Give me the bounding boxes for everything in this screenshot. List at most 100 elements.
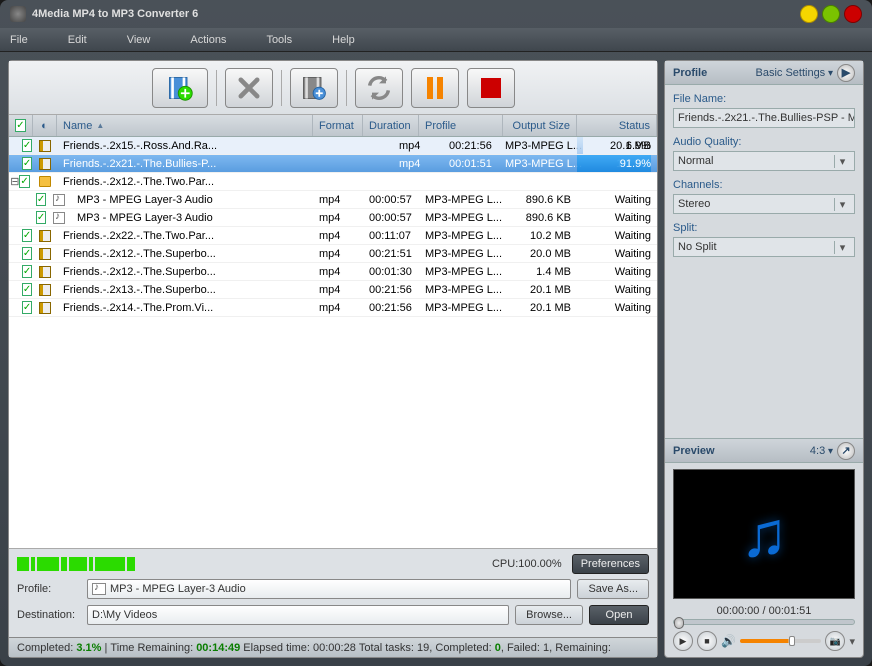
menu-tools[interactable]: Tools [266, 34, 292, 46]
cell-type-icon [33, 245, 57, 262]
cell-status: Waiting [577, 263, 657, 280]
convert-button[interactable] [355, 68, 403, 108]
minimize-button[interactable] [800, 5, 818, 23]
table-row[interactable]: ✓Friends.-.2x14.-.The.Prom.Vi...mp400:21… [9, 299, 657, 317]
list-header: ✓ ◐ Name▲ Format Duration Profile Output… [9, 115, 657, 137]
cell-format: mp4 [393, 155, 443, 172]
header-check[interactable]: ✓ [9, 115, 33, 136]
cell-check[interactable]: ✓ [9, 209, 47, 226]
position-slider[interactable] [673, 619, 855, 625]
play-button[interactable]: ▶ [673, 631, 693, 651]
filename-field[interactable]: Friends.-.2x21.-.The.Bullies-PSP - MPEG [673, 108, 855, 128]
volume-icon[interactable]: 🔊 [721, 634, 736, 648]
cell-check[interactable]: ✓ [9, 155, 33, 172]
open-button[interactable]: Open [589, 605, 649, 625]
header-status[interactable]: Status [577, 115, 657, 136]
table-row[interactable]: ✓Friends.-.2x13.-.The.Superbo...mp400:21… [9, 281, 657, 299]
pause-button[interactable] [411, 68, 459, 108]
app-window: 4Media MP4 to MP3 Converter 6 File Edit … [0, 0, 872, 666]
add-file-button[interactable] [152, 68, 208, 108]
cell-status: 91.9% [577, 155, 657, 172]
menu-file[interactable]: File [10, 34, 28, 46]
profile-expand-button[interactable]: ▶ [837, 64, 855, 82]
channels-combo[interactable]: Stereo▾ [673, 194, 855, 214]
table-row[interactable]: ✓Friends.-.2x15.-.Ross.And.Ra...mp400:21… [9, 137, 657, 155]
cell-profile: MP3-MPEG L... [499, 155, 583, 172]
cell-name: Friends.-.2x12.-.The.Two.Par... [57, 173, 313, 190]
filename-label: File Name: [673, 93, 855, 105]
preview-viewport[interactable]: ♫ [673, 469, 855, 599]
cell-duration: 00:21:56 [363, 299, 419, 316]
table-row[interactable]: ✓Friends.-.2x12.-.The.Superbo...mp400:01… [9, 263, 657, 281]
snapshot-button[interactable]: 📷 [825, 631, 845, 651]
cell-check[interactable]: ✓ [9, 263, 33, 280]
cpu-label: CPU:100.00% [492, 558, 562, 570]
destination-field[interactable]: D:\My Videos [87, 605, 509, 625]
cell-check[interactable]: ✓ [9, 281, 33, 298]
stop-button[interactable] [467, 68, 515, 108]
snapshot-menu-icon[interactable]: ▾ [849, 635, 855, 648]
delete-button[interactable] [225, 68, 273, 108]
browse-button[interactable]: Browse... [515, 605, 583, 625]
menu-help[interactable]: Help [332, 34, 355, 46]
cell-check[interactable]: ✓ [9, 227, 33, 244]
volume-slider[interactable] [740, 639, 822, 643]
popout-icon[interactable]: ↗ [837, 442, 855, 460]
save-as-button[interactable]: Save As... [577, 579, 649, 599]
app-icon [10, 6, 26, 22]
menu-actions[interactable]: Actions [190, 34, 226, 46]
cell-size: 20.1 MB [503, 299, 577, 316]
header-size[interactable]: Output Size [503, 115, 577, 136]
aspect-link[interactable]: 4:3 ▾ [810, 445, 833, 457]
table-row[interactable]: ✓MP3 - MPEG Layer-3 Audiomp400:00:57MP3-… [9, 209, 657, 227]
cell-profile: MP3-MPEG L... [419, 263, 503, 280]
cell-check[interactable]: ✓ [9, 137, 33, 154]
table-row[interactable]: ✓MP3 - MPEG Layer-3 Audiomp400:00:57MP3-… [9, 191, 657, 209]
table-row[interactable]: ✓Friends.-.2x12.-.The.Superbo...mp400:21… [9, 245, 657, 263]
add-profile-button[interactable] [290, 68, 338, 108]
cell-check[interactable]: ✓ [9, 191, 47, 208]
table-row[interactable]: ⊟✓ Friends.-.2x12.-.The.Two.Par... [9, 173, 657, 191]
cell-status: Waiting [577, 299, 657, 316]
table-row[interactable]: ✓Friends.-.2x22.-.The.Two.Par...mp400:11… [9, 227, 657, 245]
vu-meter: CPU:100.00% Preferences [17, 555, 649, 573]
titlebar[interactable]: 4Media MP4 to MP3 Converter 6 [0, 0, 872, 28]
table-row[interactable]: ✓Friends.-.2x21.-.The.Bullies-P...mp400:… [9, 155, 657, 173]
cell-status: Waiting [577, 227, 657, 244]
cell-name: MP3 - MPEG Layer-3 Audio [71, 209, 313, 226]
header-format[interactable]: Format [313, 115, 363, 136]
header-name[interactable]: Name▲ [57, 115, 313, 136]
split-combo[interactable]: No Split▾ [673, 237, 855, 257]
expand-icon[interactable]: ⊟ [10, 175, 19, 188]
cell-name: Friends.-.2x14.-.The.Prom.Vi... [57, 299, 313, 316]
cell-status: Waiting [577, 209, 657, 226]
profile-combo[interactable]: MP3 - MPEG Layer-3 Audio [87, 579, 571, 599]
close-button[interactable] [844, 5, 862, 23]
cell-duration: 00:01:30 [363, 263, 419, 280]
cell-size: 890.6 KB [503, 209, 577, 226]
cell-check[interactable]: ⊟✓ [9, 173, 33, 190]
cell-check[interactable]: ✓ [9, 299, 33, 316]
cell-duration: 00:21:56 [443, 137, 499, 154]
split-label: Split: [673, 222, 855, 234]
channels-label: Channels: [673, 179, 855, 191]
quality-combo[interactable]: Normal▾ [673, 151, 855, 171]
maximize-button[interactable] [822, 5, 840, 23]
media-stop-button[interactable]: ■ [697, 631, 717, 651]
cell-status: Waiting [577, 281, 657, 298]
menu-view[interactable]: View [127, 34, 151, 46]
cell-format: mp4 [313, 263, 363, 280]
cell-format: mp4 [393, 137, 443, 154]
preferences-button[interactable]: Preferences [572, 554, 649, 574]
menu-edit[interactable]: Edit [68, 34, 87, 46]
basic-settings-link[interactable]: Basic Settings ▾ [755, 67, 833, 79]
header-profile[interactable]: Profile [419, 115, 503, 136]
main-panel: ✓ ◐ Name▲ Format Duration Profile Output… [8, 60, 658, 658]
preview-section: Preview 4:3 ▾ ↗ ♫ 00:00:00 / 00:01:51 ▶ … [665, 438, 863, 657]
cell-size: 890.6 KB [503, 191, 577, 208]
profile-header: Profile Basic Settings ▾ ▶ [665, 61, 863, 85]
header-type-icon[interactable]: ◐ [33, 115, 57, 136]
file-list[interactable]: ✓Friends.-.2x15.-.Ross.And.Ra...mp400:21… [9, 137, 657, 548]
cell-check[interactable]: ✓ [9, 245, 33, 262]
header-duration[interactable]: Duration [363, 115, 419, 136]
